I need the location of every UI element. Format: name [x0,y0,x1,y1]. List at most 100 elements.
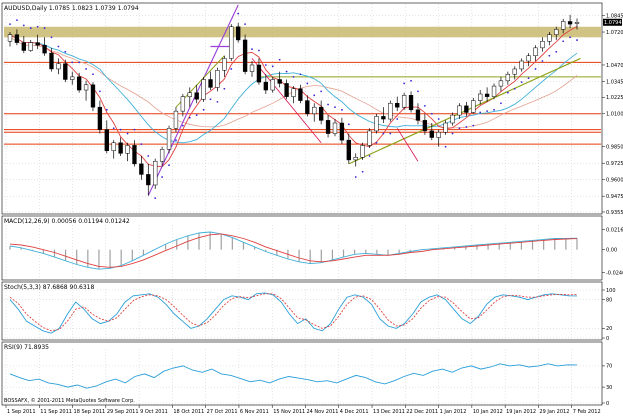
price-scale-label: 1.0720 [606,30,623,36]
psar-dot [50,36,53,39]
psar-dot [527,77,530,80]
price-scale-label: 1.0100 [606,112,623,118]
candle-body [388,102,393,120]
psar-dot [29,27,32,29]
date-label: 27 Oct 2011 [207,409,238,415]
candle-body [132,145,137,165]
psar-dot [92,73,94,76]
candle-body [28,42,33,51]
candle-body [464,105,469,113]
psar-dot [465,126,468,128]
candle-body [104,129,109,151]
psar-dot [105,108,108,111]
psar-dot [285,70,288,73]
price-scale-label: 0.9600 [606,177,623,183]
price-scale-label: 0.9850 [606,145,623,151]
candle-body [395,102,400,108]
candle-body [339,122,345,141]
psar-dot [36,25,39,28]
candle-body [291,88,296,97]
date-label: 11 Sep 2011 [40,409,72,415]
psar-dot [71,61,74,64]
date-label: 7 Feb 2012 [573,409,601,415]
psar-dot [216,101,219,103]
psar-dot [513,87,516,90]
candle-body [49,52,54,70]
candle-body [312,106,317,115]
candle-body [526,55,531,62]
candle-body [443,122,448,133]
candle-body [21,42,26,51]
psar-dot [368,155,371,157]
candle-body [346,139,351,161]
candle-body [547,34,552,42]
stoch-scale-label: 80 [606,297,612,303]
psar-dot [161,176,164,178]
candle-body [7,34,13,42]
candle-body [70,76,75,80]
candle-body [180,96,186,112]
candle-body [56,63,61,70]
candle-body [561,21,566,30]
price-scale-label: 1.0225 [606,95,623,101]
candle-body [215,70,220,88]
psar-dot [278,58,281,61]
candle-body [318,106,324,121]
date-label: 29 Jan 2012 [539,409,569,415]
candle-body [256,64,262,83]
candle-body [512,68,517,75]
psar-dot [410,79,412,82]
date-label: 9 Oct 2011 [140,409,168,415]
psar-dot [555,50,558,53]
candle-body [478,93,483,101]
candle-body [270,79,275,91]
candle-body [374,116,379,132]
candle-body [208,79,213,88]
candle-body [153,160,158,186]
candle-body [35,42,40,46]
psar-dot [341,108,343,111]
psar-dot [354,176,357,178]
candle-body [159,149,165,162]
date-label: 19 Jan 2012 [506,409,536,415]
psar-dot [361,170,364,173]
candle-body [146,174,151,186]
psar-dot [154,197,157,200]
psar-dot [396,118,399,120]
price-scale-label: 1.0845 [606,13,623,19]
candle-body [14,34,20,43]
psar-dot [327,103,329,106]
candle-body [118,142,123,154]
rsi-scale-label: 30 [606,385,612,391]
psar-dot [147,155,150,157]
candle-body [491,85,497,97]
psar-dot [451,132,454,135]
candle-body [540,41,545,49]
psar-dot [562,40,565,43]
date-label: 1 Sep 2011 [7,409,36,415]
candle-body [498,80,504,87]
rsi-title: RSI(9) 71.8935 [4,344,49,351]
psar-dot [237,12,240,15]
candle-body [519,60,524,70]
candle-body [222,58,227,71]
price-scale-label: 1.0345 [606,79,623,85]
psar-dot [119,128,122,131]
psar-dot [313,94,316,97]
date-label: 10 Jan 2012 [473,409,503,415]
candle-body [229,26,234,59]
candle-body [194,92,199,100]
psar-dot [444,145,447,148]
candle-body [325,120,331,134]
macd-scale-label: -0.024664 [606,270,623,276]
psar-dot [126,132,129,135]
psar-dot [493,108,495,111]
psar-dot [437,118,440,120]
psar-dot [64,50,67,53]
candle-body [277,79,282,84]
candle-body [567,21,573,25]
candle-body [76,76,82,91]
candle-body [429,130,434,138]
psar-dot [195,114,198,116]
psar-dot [223,87,226,90]
